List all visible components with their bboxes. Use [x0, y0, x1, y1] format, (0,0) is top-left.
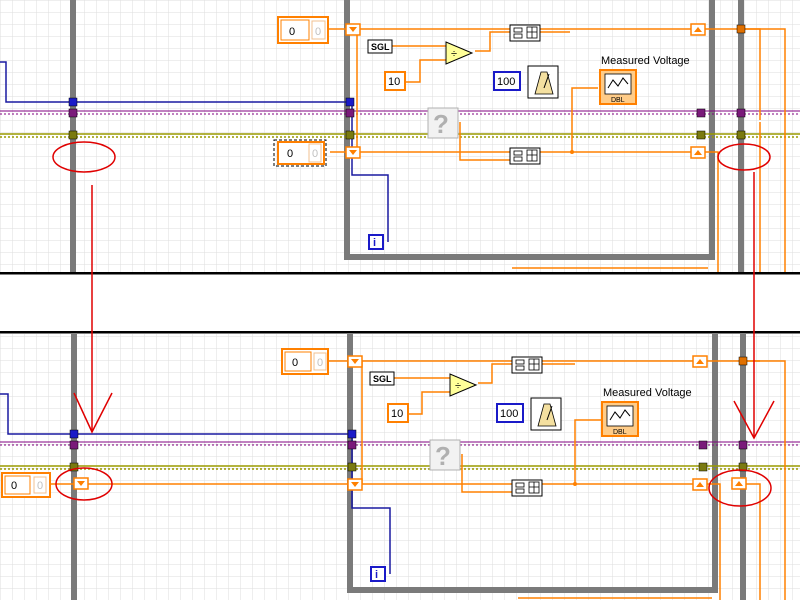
numeric-constant-100[interactable]: 100: [493, 71, 521, 91]
svg-text:÷: ÷: [451, 48, 457, 60]
shift-register-right-bottom[interactable]: [692, 478, 708, 491]
svg-text:0: 0: [37, 480, 43, 492]
shift-register-right-bottom[interactable]: [690, 146, 706, 159]
build-array-icon[interactable]: [509, 147, 541, 165]
svg-text:0: 0: [11, 480, 17, 492]
array-constant[interactable]: 0 0: [277, 16, 329, 44]
iteration-terminal: i: [368, 234, 384, 250]
array-value: 0: [315, 26, 321, 38]
svg-text:÷: ÷: [455, 380, 461, 392]
shift-register-left-top[interactable]: [347, 355, 363, 368]
array-constant-selected[interactable]: 0 0: [273, 139, 327, 167]
svg-text:Measured Voltage: Measured Voltage: [603, 387, 692, 399]
numeric-constant-10[interactable]: 10: [384, 71, 406, 91]
svg-text:0: 0: [287, 148, 293, 160]
panel-before: 0 0 0 0 SGL ÷ 10 100 Measured Voltage DB…: [0, 0, 800, 272]
svg-text:i: i: [375, 569, 378, 581]
shift-register-left-top[interactable]: [345, 23, 361, 36]
shift-register-left-bottom[interactable]: [347, 478, 363, 491]
svg-text:?: ?: [435, 441, 451, 471]
iteration-terminal: i: [370, 566, 386, 582]
array-index: 0: [289, 26, 295, 38]
numeric-constant-100[interactable]: 100: [496, 403, 524, 423]
svg-text:DBL: DBL: [613, 429, 627, 436]
svg-text:100: 100: [497, 76, 515, 88]
shift-register-right-top[interactable]: [690, 23, 706, 36]
svg-text:10: 10: [388, 76, 400, 88]
svg-text:SGL: SGL: [373, 374, 392, 384]
metronome-icon[interactable]: [530, 397, 562, 431]
select-node[interactable]: ?: [429, 439, 461, 471]
metronome-icon[interactable]: [527, 65, 559, 99]
array-constant[interactable]: 0 0: [281, 348, 329, 375]
select-node[interactable]: ?: [427, 107, 459, 139]
array-constant-moved[interactable]: 0 0: [1, 472, 51, 498]
build-array-icon[interactable]: [509, 24, 541, 42]
shift-register-left-bottom[interactable]: [345, 146, 361, 159]
numeric-constant-10[interactable]: 10: [387, 403, 409, 423]
block-diagram-canvas: 0 0 0 0 SGL ÷ 10 100 Measured Voltage DB…: [0, 0, 800, 600]
svg-text:?: ?: [433, 109, 449, 139]
svg-text:100: 100: [500, 408, 518, 420]
svg-text:DBL: DBL: [611, 97, 625, 104]
svg-text:0: 0: [317, 357, 323, 369]
panel-after: 0 0 0 0 SGL ÷ 10 100 Measured Voltage DB…: [0, 334, 800, 600]
outer-shift-register-right[interactable]: [731, 477, 747, 490]
svg-text:0: 0: [312, 148, 318, 160]
shift-register-right-top[interactable]: [692, 355, 708, 368]
svg-text:10: 10: [391, 408, 403, 420]
svg-text:SGL: SGL: [371, 42, 390, 52]
sgl-convert-node[interactable]: SGL: [367, 39, 393, 54]
labview-block-diagram-comparison: 0 0 0 0 SGL ÷ 10 100 Measured Voltage DB…: [0, 0, 800, 600]
build-array-icon[interactable]: [511, 479, 543, 497]
build-array-icon[interactable]: [511, 356, 543, 374]
sgl-convert-node[interactable]: SGL: [369, 371, 395, 386]
svg-text:i: i: [373, 237, 376, 249]
svg-text:0: 0: [292, 357, 298, 369]
panel-separator: [0, 272, 800, 334]
outer-shift-register-left[interactable]: [73, 477, 89, 490]
chart-label: Measured Voltage: [601, 55, 690, 67]
